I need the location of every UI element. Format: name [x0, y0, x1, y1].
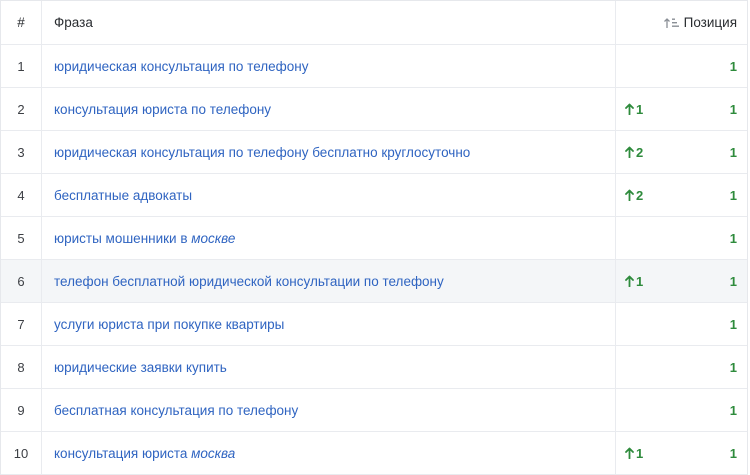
- table-row: 1 юридическая консультация по телефону 1: [1, 45, 747, 88]
- arrow-up-icon: [625, 275, 634, 287]
- position-value: 1: [729, 144, 737, 160]
- phrase-text: юридическая консультация по телефону: [54, 58, 309, 74]
- position-change: 1: [625, 102, 643, 117]
- phrase-link[interactable]: услуги юриста при покупке квартиры: [42, 303, 616, 345]
- phrase-text: бесплатная консультация по телефону: [54, 402, 299, 418]
- position-value: 1: [729, 359, 737, 375]
- arrow-up-icon: [625, 103, 634, 115]
- phrase-text: телефон бесплатной юридической консульта…: [54, 273, 444, 289]
- phrase-text: юридическая консультация по телефону бес…: [54, 144, 471, 160]
- phrase-link[interactable]: юридическая консультация по телефону: [42, 45, 616, 87]
- phrase-text: юристы мошенники в: [54, 230, 192, 246]
- row-number: 2: [1, 88, 42, 130]
- phrase-text: бесплатные адвокаты: [54, 187, 193, 203]
- position-change: 2: [625, 188, 643, 203]
- position-change-value: 2: [636, 187, 644, 203]
- row-number: 3: [1, 131, 42, 173]
- phrase-link[interactable]: юридические заявки купить: [42, 346, 616, 388]
- table-row: 9 бесплатная консультация по телефону 1: [1, 389, 747, 432]
- phrase-text: консультация юриста: [54, 445, 192, 461]
- table-row: 3 юридическая консультация по телефону бе…: [1, 131, 747, 174]
- table-row: 5 юристы мошенники в москве 1: [1, 217, 747, 260]
- position-cell: 11: [616, 432, 747, 474]
- row-number: 6: [1, 260, 42, 302]
- position-change-value: 1: [636, 445, 644, 461]
- phrase-link[interactable]: юристы мошенники в москве: [42, 217, 616, 259]
- position-value: 1: [729, 187, 737, 203]
- position-value: 1: [729, 273, 737, 289]
- position-value: 1: [729, 402, 737, 418]
- table-row: 10 консультация юриста москва 1 1: [1, 432, 747, 475]
- phrase-link[interactable]: консультация юриста москва: [42, 432, 616, 474]
- phrase-link[interactable]: телефон бесплатной юридической консульта…: [42, 260, 616, 302]
- phrase-link[interactable]: бесплатные адвокаты: [42, 174, 616, 216]
- table-row: 4 бесплатные адвокаты 2 1: [1, 174, 747, 217]
- row-number: 8: [1, 346, 42, 388]
- position-change-value: 2: [636, 144, 644, 160]
- position-value: 1: [729, 101, 737, 117]
- position-cell: 11: [616, 88, 747, 130]
- position-change: 1: [625, 274, 643, 289]
- position-cell: 21: [616, 131, 747, 173]
- table-header: # Фраза Позиция: [1, 0, 747, 45]
- row-number: 7: [1, 303, 42, 345]
- position-change-value: 1: [636, 101, 644, 117]
- sort-ascending-icon[interactable]: [663, 16, 681, 30]
- position-value: 1: [729, 230, 737, 246]
- row-number: 4: [1, 174, 42, 216]
- position-cell: 11: [616, 260, 747, 302]
- position-change: 2: [625, 145, 643, 160]
- arrow-up-icon: [625, 447, 634, 459]
- phrase-link[interactable]: консультация юриста по телефону: [42, 88, 616, 130]
- header-position-label: Позиция: [683, 15, 737, 30]
- position-cell: 1: [616, 45, 747, 87]
- phrase-region: москве: [191, 230, 236, 246]
- table-row: 6 телефон бесплатной юридической консульт…: [1, 260, 747, 303]
- arrow-up-icon: [625, 189, 634, 201]
- phrase-text: юридические заявки купить: [54, 359, 227, 375]
- header-num: #: [1, 1, 42, 44]
- row-number: 5: [1, 217, 42, 259]
- table-row: 7 услуги юриста при покупке квартиры 1: [1, 303, 747, 346]
- phrase-text: услуги юриста при покупке квартиры: [54, 316, 285, 332]
- position-cell: 1: [616, 217, 747, 259]
- position-cell: 1: [616, 389, 747, 431]
- positions-table: # Фраза Позиция 1 юридическая консультаци…: [0, 0, 748, 475]
- phrase-text: консультация юриста по телефону: [54, 101, 272, 117]
- position-cell: 21: [616, 174, 747, 216]
- table-row: 2 консультация юриста по телефону 1 1: [1, 88, 747, 131]
- position-value: 1: [729, 58, 737, 74]
- position-value: 1: [729, 316, 737, 332]
- position-cell: 1: [616, 346, 747, 388]
- position-value: 1: [729, 445, 737, 461]
- position-cell: 1: [616, 303, 747, 345]
- arrow-up-icon: [625, 146, 634, 158]
- row-number: 10: [1, 432, 42, 474]
- position-change: 1: [625, 446, 643, 461]
- position-change-value: 1: [636, 273, 644, 289]
- header-position[interactable]: Позиция: [616, 1, 747, 44]
- row-number: 1: [1, 45, 42, 87]
- phrase-link[interactable]: бесплатная консультация по телефону: [42, 389, 616, 431]
- table-row: 8 юридические заявки купить 1: [1, 346, 747, 389]
- row-number: 9: [1, 389, 42, 431]
- phrase-region: москва: [191, 445, 236, 461]
- phrase-link[interactable]: юридическая консультация по телефону бес…: [42, 131, 616, 173]
- header-phrase[interactable]: Фраза: [42, 1, 616, 44]
